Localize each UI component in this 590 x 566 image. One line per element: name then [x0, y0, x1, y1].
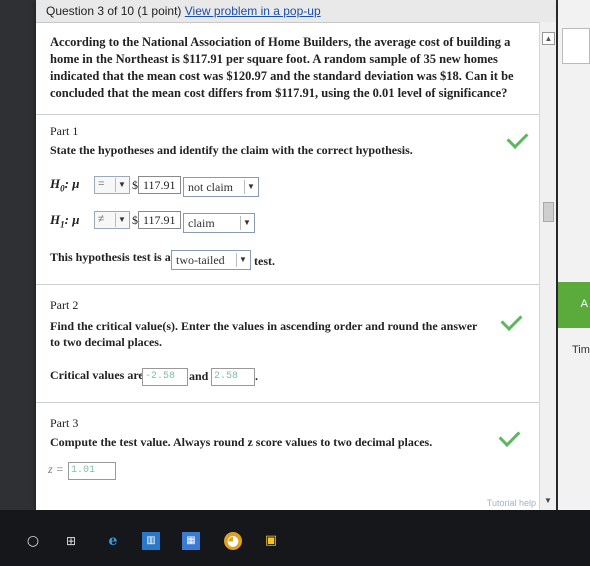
h1-relation-select[interactable]: ≠ ▼: [94, 211, 130, 229]
divider: [36, 114, 540, 115]
z-value-input[interactable]: 1.01: [68, 462, 116, 480]
critical-values-and: and: [189, 369, 209, 383]
side-green-button[interactable]: A: [558, 282, 590, 328]
chevron-down-icon: ▼: [244, 180, 257, 194]
h1-claim-select[interactable]: claim ▼: [183, 213, 255, 233]
divider: [36, 284, 540, 285]
divider: [36, 402, 540, 403]
question-info: Question 3 of 10 (1 point) View problem …: [46, 4, 321, 18]
question-number: Question 3 of 10 (1 point): [46, 4, 182, 18]
side-tab[interactable]: [562, 28, 590, 64]
file-explorer-icon[interactable]: ▥: [142, 532, 160, 550]
h1-value: 117.91: [138, 211, 181, 229]
h0-mu: : μ: [64, 176, 80, 191]
part2-correct-check-icon: [500, 309, 523, 331]
h1-label: H1: μ: [50, 212, 79, 230]
store-bag-icon[interactable]: ▣: [262, 532, 280, 550]
z-label: z =: [48, 462, 64, 476]
task-view-icon[interactable]: ⊞: [62, 532, 80, 550]
h0-relation-value: =: [98, 178, 105, 190]
taskbar: ○ ⊞ e ▥ ▦ ◕ ▣: [0, 510, 590, 566]
question-page: Question 3 of 10 (1 point) View problem …: [36, 0, 556, 510]
question-header: Question 3 of 10 (1 point) View problem …: [36, 0, 556, 23]
h1-relation-value: ≠: [98, 213, 105, 225]
test-type-prefix: This hypothesis test is a: [50, 250, 171, 264]
test-type-select[interactable]: two-tailed ▼: [171, 250, 251, 270]
vertical-scrollbar[interactable]: ▲ ▼: [539, 22, 556, 510]
edge-browser-icon[interactable]: e: [104, 532, 122, 550]
photos-icon[interactable]: ▦: [182, 532, 200, 550]
h0-label: H0: μ: [50, 176, 79, 194]
tutorial-help-link[interactable]: Tutorial help: [487, 498, 536, 508]
h1-claim-value: claim: [188, 216, 215, 230]
h0-relation-select[interactable]: = ▼: [94, 176, 130, 194]
h0-value: 117.91: [138, 176, 181, 194]
test-type-value: two-tailed: [176, 253, 225, 267]
start-circle-icon[interactable]: ○: [24, 532, 42, 550]
h1-mu: : μ: [64, 212, 80, 227]
scroll-thumb[interactable]: [543, 202, 554, 222]
h1-value-field[interactable]: $117.91: [132, 211, 181, 229]
h1-letter: H: [50, 212, 61, 227]
scroll-down-icon[interactable]: ▼: [543, 496, 553, 506]
scroll-up-icon[interactable]: ▲: [542, 32, 555, 45]
side-green-label: A: [580, 298, 588, 310]
question-content: According to the National Association of…: [36, 22, 540, 510]
critical-value-2-input[interactable]: 2.58: [211, 368, 255, 386]
part2-title: Part 2: [50, 298, 79, 312]
chevron-down-icon: ▼: [236, 253, 249, 267]
part1-instruction: State the hypotheses and identify the cl…: [50, 143, 413, 157]
timer-label: Tim: [572, 344, 590, 356]
critical-values-prefix: Critical values are: [50, 368, 144, 382]
app-orange-icon[interactable]: ◕: [224, 532, 242, 550]
h0-value-field[interactable]: $117.91: [132, 176, 181, 194]
chevron-down-icon: ▼: [115, 178, 128, 192]
popup-link[interactable]: View problem in a pop-up: [185, 4, 321, 18]
chevron-down-icon: ▼: [115, 213, 128, 227]
problem-statement: According to the National Association of…: [50, 35, 514, 100]
part3-instruction: Compute the test value. Always round z s…: [50, 435, 433, 449]
test-type-suffix: test.: [254, 254, 275, 268]
screen: Question 3 of 10 (1 point) View problem …: [0, 0, 590, 566]
part2-instruction: Find the critical value(s). Enter the va…: [50, 319, 478, 349]
h0-claim-value: not claim: [188, 180, 233, 194]
part3-title: Part 3: [50, 416, 79, 430]
chevron-down-icon: ▼: [240, 216, 253, 230]
critical-values-end: .: [255, 369, 258, 383]
right-side-panel: A Tim: [558, 0, 590, 510]
part1-title: Part 1: [50, 124, 79, 138]
h0-claim-select[interactable]: not claim ▼: [183, 177, 259, 197]
critical-value-1-input[interactable]: -2.58: [142, 368, 188, 386]
h0-letter: H: [50, 176, 61, 191]
